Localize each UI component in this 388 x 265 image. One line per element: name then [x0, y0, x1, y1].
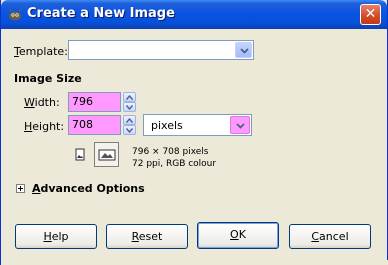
title-bar: Create a New Image ✕: [1, 0, 387, 29]
dialog-window: Create a New Image ✕ Template: Image Siz…: [0, 0, 388, 265]
help-button[interactable]: Help: [15, 224, 97, 249]
window-title: Create a New Image: [27, 6, 175, 21]
chevron-down-icon: [126, 105, 133, 110]
height-label: Height:: [24, 120, 65, 133]
advanced-options-expander[interactable]: [16, 184, 25, 193]
advanced-options-label[interactable]: Advanced Options: [32, 182, 145, 195]
portrait-orientation-icon: [75, 148, 85, 161]
height-increment-button[interactable]: [123, 115, 136, 125]
close-icon: ✕: [364, 6, 377, 22]
chevron-down-icon: [240, 48, 249, 54]
unit-combobox[interactable]: pixels: [143, 114, 252, 136]
template-label: Template:: [14, 45, 68, 58]
chevron-up-icon: [126, 95, 133, 100]
ok-button[interactable]: OK: [197, 222, 279, 249]
width-increment-button[interactable]: [123, 92, 136, 102]
height-input[interactable]: 708: [68, 115, 121, 135]
reset-button[interactable]: Reset: [106, 224, 188, 249]
height-decrement-button[interactable]: [123, 125, 136, 135]
gimp-wilber-icon: [7, 7, 23, 21]
width-input[interactable]: 796: [68, 92, 121, 112]
height-spinner[interactable]: [123, 115, 136, 135]
close-button[interactable]: ✕: [360, 4, 381, 25]
plus-expander-icon: [18, 186, 23, 191]
chevron-down-icon: [126, 128, 133, 133]
cancel-button[interactable]: Cancel: [289, 224, 371, 249]
image-size-heading: Image Size: [14, 72, 82, 85]
template-dropdown-button[interactable]: [235, 42, 252, 58]
resolution-text: 72 ppi, RGB colour: [132, 159, 217, 169]
width-decrement-button[interactable]: [123, 102, 136, 112]
width-label: Width:: [24, 96, 60, 109]
landscape-button[interactable]: [94, 142, 119, 167]
chevron-up-icon: [126, 118, 133, 123]
unit-value: pixels: [151, 119, 183, 132]
landscape-orientation-icon: [98, 149, 116, 161]
width-spinner[interactable]: [123, 92, 136, 112]
unit-dropdown-button[interactable]: [230, 116, 250, 134]
chevron-down-icon: [236, 123, 245, 129]
portrait-button[interactable]: [70, 145, 90, 165]
image-size-info: 796 × 708 pixels 72 ppi, RGB colour: [132, 146, 216, 170]
template-combobox[interactable]: [68, 40, 254, 60]
window-bottom-edge: [1, 260, 388, 265]
dimensions-text: 796 × 708 pixels: [132, 147, 209, 157]
